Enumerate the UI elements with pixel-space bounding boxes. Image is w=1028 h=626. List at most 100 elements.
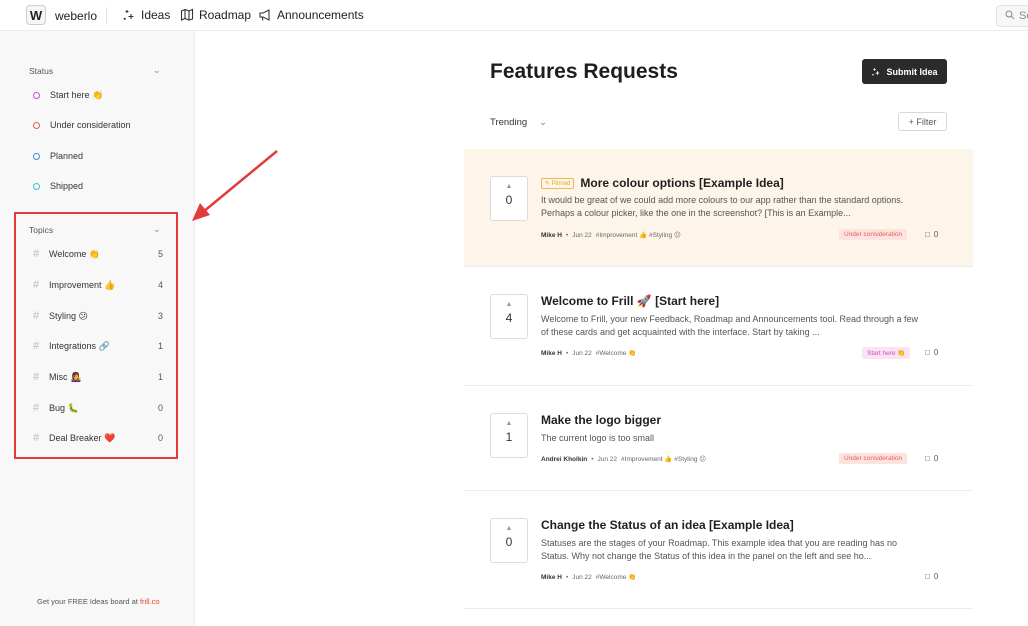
status-label: Shipped <box>50 181 84 191</box>
comments-count[interactable]: □ 0 <box>925 230 938 239</box>
idea-description: Welcome to Frill, your new Feedback, Roa… <box>541 314 919 337</box>
vote-button[interactable]: ▲ 0 <box>490 176 528 221</box>
upvote-arrow-icon: ▲ <box>505 183 513 190</box>
vote-count: 0 <box>505 193 513 207</box>
nav-ideas-label: Ideas <box>141 8 171 22</box>
top-navigation-bar: W weberlo Ideas Roadmap Announcements Se <box>0 0 1028 31</box>
sidebar-status-under-consideration[interactable]: Under consideration <box>33 120 163 130</box>
idea-tags: #Welcome 👏 <box>595 350 637 357</box>
chevron-down-icon: ⌄ <box>539 117 548 128</box>
vote-button[interactable]: ▲ 1 <box>490 413 528 458</box>
sort-label: Trending <box>490 117 528 128</box>
idea-author: Mike H <box>541 231 562 239</box>
idea-author: Mike H <box>541 573 562 581</box>
submit-idea-label: Submit Idea <box>886 66 938 77</box>
status-section-title: Status <box>29 66 54 76</box>
status-label: Start here 👏 <box>50 90 104 100</box>
comments-count[interactable]: □ 0 <box>925 348 938 357</box>
idea-title[interactable]: Make the logo bigger <box>541 413 661 427</box>
upvote-arrow-icon: ▲ <box>505 525 513 532</box>
comment-icon: □ <box>925 230 930 239</box>
megaphone-icon <box>259 9 270 21</box>
idea-date: Jun 22 <box>572 573 592 581</box>
idea-meta: Mike H • Jun 22 #Welcome 👏 <box>541 573 637 582</box>
sparkle-icon <box>123 10 134 20</box>
nav-ideas[interactable]: Ideas <box>122 8 170 22</box>
comments-number: 0 <box>933 572 939 581</box>
idea-description: It would be great of we could add more c… <box>541 195 904 218</box>
page-title: Features Requests <box>490 60 678 83</box>
vote-count: 4 <box>505 311 513 325</box>
idea-tags: #Improvement 👍 #Styling 😕 <box>595 232 681 239</box>
idea-date: Jun 22 <box>572 231 592 239</box>
vote-button[interactable]: ▲ 4 <box>490 294 528 339</box>
filter-button[interactable]: + Filter <box>898 112 947 131</box>
comments-count[interactable]: □ 0 <box>925 454 938 463</box>
vote-count: 1 <box>505 430 513 444</box>
annotation-highlight-box <box>14 212 178 459</box>
idea-card[interactable]: ▲ 1 Make the logo bigger The current log… <box>464 386 973 491</box>
idea-card[interactable]: ▲ 0 Change the Status of an idea [Exampl… <box>464 491 973 609</box>
footer-text: Get your FREE Ideas board at <box>37 597 140 606</box>
comments-number: 0 <box>933 348 939 357</box>
status-dot-icon <box>33 121 40 129</box>
workspace-logo[interactable]: W <box>26 5 46 25</box>
vote-count: 0 <box>505 535 513 549</box>
status-badge: Under consideration <box>839 453 908 464</box>
comment-icon: □ <box>925 348 930 357</box>
chevron-down-icon[interactable]: ⌄ <box>153 65 161 76</box>
sidebar-footer: Get your FREE Ideas board at frill.co <box>37 597 160 606</box>
idea-author: Andrei Kholkin <box>541 455 588 463</box>
idea-meta: Mike H • Jun 22 #Welcome 👏 <box>541 349 637 358</box>
idea-title-text: Change the Status of an idea [Example Id… <box>541 518 794 532</box>
comments-number: 0 <box>933 230 939 239</box>
idea-tags: #Improvement 👍 #Styling 😕 <box>621 456 707 463</box>
status-dot-icon <box>33 182 40 190</box>
comments-count[interactable]: □ 0 <box>925 572 938 581</box>
nav-announcements-label: Announcements <box>277 8 364 22</box>
idea-title-text: Welcome to Frill 🚀 [Start here] <box>541 294 720 308</box>
comment-icon: □ <box>925 572 930 581</box>
sidebar-status-shipped[interactable]: Shipped <box>33 181 163 191</box>
search-icon <box>1005 10 1015 20</box>
vote-button[interactable]: ▲ 0 <box>490 518 528 563</box>
footer-link[interactable]: frill.co <box>140 597 160 606</box>
upvote-arrow-icon: ▲ <box>505 301 513 308</box>
idea-date: Jun 22 <box>597 455 618 463</box>
upvote-arrow-icon: ▲ <box>505 420 513 427</box>
sparkle-icon <box>872 67 880 76</box>
status-label: Planned <box>50 151 84 161</box>
idea-title[interactable]: Change the Status of an idea [Example Id… <box>541 518 794 532</box>
sidebar-status-start-here[interactable]: Start here 👏 <box>33 90 163 101</box>
comments-number: 0 <box>933 454 939 463</box>
status-label: Under consideration <box>50 120 131 130</box>
idea-card[interactable]: ▲ 0 ✎ Pinned More colour options [Exampl… <box>464 149 973 267</box>
idea-author: Mike H <box>541 349 562 357</box>
idea-tags: #Welcome 👏 <box>595 574 637 581</box>
pinned-badge: ✎ Pinned <box>541 177 575 189</box>
nav-roadmap[interactable]: Roadmap <box>180 8 251 22</box>
submit-idea-button[interactable]: Submit Idea <box>862 59 947 84</box>
idea-description: Statuses are the stages of your Roadmap.… <box>541 538 898 561</box>
map-icon <box>180 8 194 21</box>
idea-date: Jun 22 <box>572 349 592 357</box>
status-dot-icon <box>33 92 40 99</box>
idea-title[interactable]: Welcome to Frill 🚀 [Start here] <box>541 294 719 308</box>
comment-icon: □ <box>925 454 930 463</box>
idea-meta: Andrei Kholkin • Jun 22 #Improvement 👍 #… <box>541 455 707 464</box>
nav-announcements[interactable]: Announcements <box>258 8 364 22</box>
workspace-name[interactable]: weberlo <box>55 9 97 23</box>
sidebar-status-planned[interactable]: Planned <box>33 151 163 161</box>
status-badge: Under consideration <box>839 229 908 240</box>
search-input[interactable]: Se <box>996 5 1028 27</box>
idea-description: The current logo is too small <box>541 433 655 443</box>
idea-title[interactable]: ✎ Pinned More colour options [Example Id… <box>541 176 784 190</box>
sort-dropdown[interactable]: Trending ⌄ <box>490 117 547 128</box>
status-dot-icon <box>33 152 40 160</box>
status-badge: Start here 👏 <box>862 347 911 359</box>
idea-card[interactable]: ▲ 4 Welcome to Frill 🚀 [Start here] Welc… <box>464 267 973 386</box>
nav-divider <box>106 7 107 24</box>
search-placeholder: Se <box>1019 10 1028 22</box>
idea-meta: Mike H • Jun 22 #Improvement 👍 #Styling … <box>541 231 681 240</box>
idea-title-text: More colour options [Example Idea] <box>580 176 784 190</box>
